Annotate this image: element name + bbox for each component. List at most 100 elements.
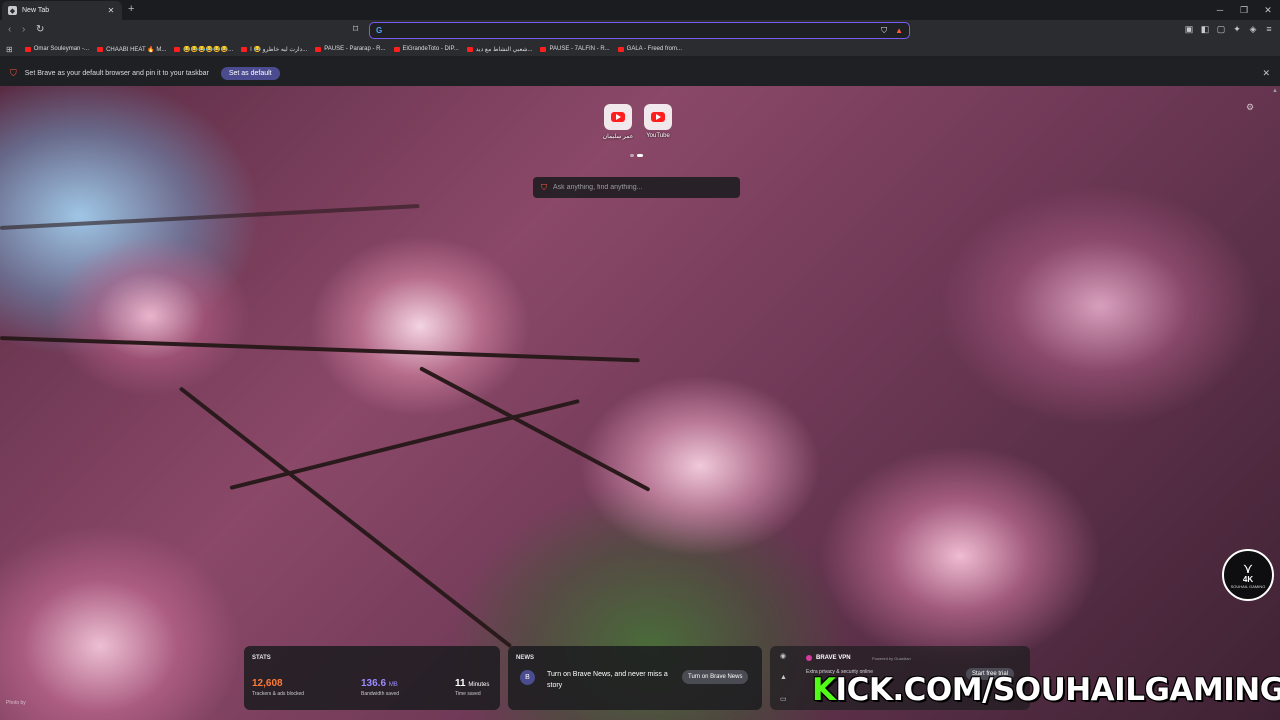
address-input[interactable] [388,26,876,35]
search-engine-icon: G [376,26,383,35]
bookmark-item[interactable]: GALA - Freed from... [617,46,683,52]
bookmark-label: Omar Souleyman -... [33,46,90,52]
reload-button[interactable]: ↻ [36,24,44,35]
back-button[interactable]: ‹ [8,24,11,35]
bookmark-label: دارت ليه خاطرو 😂 ا... [250,46,308,53]
news-header: NEWS [516,655,534,661]
bookmark-item[interactable]: شعبي النشاط مع ديد... [466,46,532,53]
vpn-icon[interactable]: ◈ [1248,24,1258,35]
bookmark-item[interactable]: PAUSE - Pararap - R... [315,46,386,52]
vpn-powered-by: Powered by Guardian [872,656,911,661]
bandwidth-label: Bandwidth saved [361,691,400,697]
bat-icon[interactable]: ▲ [895,26,903,35]
trackers-value: 12,608 [252,678,283,689]
top-site-tile[interactable]: YouTube [642,104,674,140]
wallet-icon[interactable]: ▢ [1216,24,1226,35]
infobar-close-button[interactable]: ✕ [1262,68,1270,79]
bookmark-label: GALA - Freed from... [626,46,683,52]
search-box[interactable]: ⛉ [533,177,740,198]
tab-new-tab[interactable]: ◆ New Tab ✕ [2,1,122,20]
trackers-label: Trackers & ads blocked [252,691,305,697]
time-unit: Minutes [468,682,490,688]
top-sites: عمر سليمان YouTube [602,104,674,140]
kick-channel-overlay: KICK.COM/SOUHAILGAMING [812,672,1280,708]
gear-icon[interactable]: ⚙ [1246,102,1254,113]
maximize-button[interactable]: ❐ [1232,0,1256,20]
new-tab-button[interactable]: + [128,3,134,15]
channel-logo: ⋎ 4K SOUHAIL GAMING [1222,549,1274,601]
youtube-icon [24,46,31,52]
tab-search-icon[interactable]: ▣ [1184,24,1194,35]
bookmark-item[interactable]: 😂😂😂😂😂😂... [174,46,233,53]
youtube-icon [466,46,473,52]
bandwidth-number: 136.6 MB [361,678,399,689]
tile-label: عمر سليمان [602,134,634,140]
bookmark-label: PAUSE - 7ALFIN - R... [549,46,610,52]
tab-title: New Tab [22,7,50,14]
tab-close-button[interactable]: ✕ [106,6,116,15]
logo-subtext: SOUHAIL GAMING [1230,584,1266,589]
youtube-icon [617,46,624,52]
youtube-icon [315,46,322,52]
leo-icon[interactable]: ✦ [1232,24,1242,35]
turn-on-news-button[interactable]: Turn on Brave News [682,670,749,684]
address-bar[interactable]: G ⛉ ▲ [369,22,910,39]
bookmark-item[interactable]: ElGrandeToto - DIP... [393,46,459,52]
sidebar-icon[interactable]: ◧ [1200,24,1210,35]
bandwidth-value: 136.6 [361,678,387,689]
top-sites-pager [630,154,643,157]
bookmark-icon[interactable]: ⌑ [353,24,358,35]
bookmark-item[interactable]: PAUSE - 7ALFIN - R... [540,46,610,52]
bookmarks-bar: ⊞ Omar Souleyman -... CHAABI HEAT 🔥 M...… [0,42,1280,56]
vpn-logo-icon [806,655,812,661]
branch-shape [229,398,580,490]
bandwidth-unit: MB [388,682,398,688]
forward-button[interactable]: › [22,24,25,35]
vpn-title-text: BRAVE VPN [816,655,851,661]
infobar-message: Set Brave as your default browser and pi… [24,69,209,77]
eagle-icon: ⋎ [1242,560,1254,576]
youtube-icon [611,112,625,122]
kick-k: K [812,672,836,708]
youtube-icon [97,46,104,52]
youtube-icon [393,46,400,52]
tile-label: YouTube [646,133,670,139]
branch-shape [0,204,420,230]
bookmark-item[interactable]: CHAABI HEAT 🔥 M... [97,46,166,53]
minimize-button[interactable]: ─ [1208,0,1232,20]
pager-dot[interactable] [630,154,634,157]
rewards-widget-icon[interactable]: ▲ [780,674,787,681]
branch-shape [178,386,513,649]
stats-card: STATS 12,608 Trackers & ads blocked 136.… [244,646,500,710]
apps-grid-icon[interactable]: ⊞ [6,45,13,54]
vpn-title: BRAVE VPN [806,655,851,661]
widget-switcher: ◉ ▲ ▭ [780,652,787,703]
bookmark-label: CHAABI HEAT 🔥 M... [106,46,167,53]
scrollbar-up-icon[interactable]: ▲ [1272,88,1278,94]
photo-credit[interactable]: Photo by [6,700,26,706]
bookmark-label: PAUSE - Pararap - R... [324,46,386,52]
tile-icon-box [604,104,632,130]
time-value: 11 [455,678,466,689]
talk-widget-icon[interactable]: ▭ [780,695,787,703]
top-site-tile[interactable]: عمر سليمان [602,104,634,140]
trackers-stat: 12,608 Trackers & ads blocked [252,678,304,697]
bandwidth-stat: 136.6 MB Bandwidth saved [361,678,399,697]
pager-dot-active[interactable] [637,154,643,157]
menu-icon[interactable]: ≡ [1264,24,1274,35]
youtube-icon [241,46,248,52]
stats-header: STATS [252,655,271,661]
brave-favicon-icon: ◆ [8,6,17,15]
vpn-widget-icon[interactable]: ◉ [780,652,787,660]
window-close-button[interactable]: ✕ [1256,0,1280,20]
time-label: Time saved [455,691,481,697]
time-stat: 11 Minutes Time saved [455,678,489,697]
bookmark-item[interactable]: دارت ليه خاطرو 😂 ا... [241,46,307,53]
search-input[interactable] [553,184,732,191]
shield-icon[interactable]: ⛉ [881,26,887,36]
kick-rest: ICK.COM/SOUHAILGAMING [835,672,1280,708]
set-default-button[interactable]: Set as default [220,66,280,80]
brave-lion-icon: ⛉ [10,67,17,78]
bookmark-item[interactable]: Omar Souleyman -... [24,46,90,52]
news-card: NEWS B Turn on Brave News, and never mis… [508,646,762,710]
